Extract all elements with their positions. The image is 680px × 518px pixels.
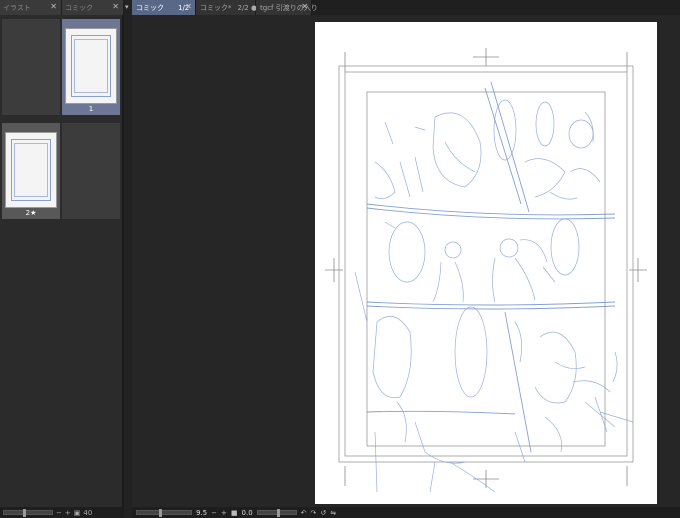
tab-comic[interactable]: コミック ✕: [62, 0, 124, 15]
rotate-left-icon[interactable]: ↶: [301, 509, 307, 517]
zoom-slider[interactable]: [136, 509, 192, 517]
tab-label: コミック*: [200, 4, 232, 12]
tab-label: tgcf 引渡りの入り: [260, 4, 318, 12]
tab-label: コミック: [65, 4, 93, 12]
tab-page: 2/2 ●: [237, 4, 258, 12]
page-number: 1: [88, 105, 94, 113]
fit-page-icon[interactable]: ■: [231, 509, 238, 517]
plus-icon[interactable]: +: [65, 509, 71, 517]
tab-illustration[interactable]: イラスト ✕: [0, 0, 62, 15]
plus-icon[interactable]: +: [221, 509, 227, 517]
zoom-value: 40: [83, 508, 93, 517]
document-tabs: コミック 1/2 ✕ コミック* 2/2 ● tgcf 引渡りの入り ✕: [132, 0, 680, 15]
panel-splitter[interactable]: ▾: [124, 0, 132, 518]
zoom-value: 9.5: [196, 508, 208, 517]
tab-tgcf[interactable]: tgcf 引渡りの入り ✕: [256, 0, 318, 15]
sketch-drawing: [325, 48, 647, 493]
tab-label: イラスト: [3, 4, 31, 12]
close-icon[interactable]: ✕: [112, 2, 119, 11]
rotation-value: 0.0: [241, 508, 253, 517]
page-manager-tabs: イラスト ✕ コミック ✕: [0, 0, 124, 15]
page-manager-footer: − + ▣ 40: [0, 507, 124, 518]
page-manager-panel: イラスト ✕ コミック ✕ 1 2★ − + ▣ 40: [0, 0, 124, 518]
tab-label: コミック: [136, 4, 164, 12]
page-icon[interactable]: ▣: [74, 509, 81, 517]
chevron-down-icon[interactable]: ▾: [125, 3, 129, 11]
manuscript-page[interactable]: [315, 22, 657, 504]
canvas-area[interactable]: [132, 15, 680, 507]
close-icon[interactable]: ✕: [301, 2, 308, 11]
flip-icon[interactable]: ⇋: [330, 509, 336, 517]
thumbnail-size-slider[interactable]: [3, 509, 53, 517]
page-thumbnail-1[interactable]: 1: [62, 19, 120, 115]
page-number: 2★: [25, 209, 37, 217]
reset-icon[interactable]: ↺: [320, 509, 326, 517]
minus-icon[interactable]: −: [56, 509, 62, 517]
page-thumbnail-2[interactable]: 2★: [2, 123, 60, 219]
rotation-slider[interactable]: [256, 509, 297, 517]
minus-icon[interactable]: −: [211, 509, 217, 517]
close-icon[interactable]: ✕: [185, 2, 192, 11]
page-preview: [5, 132, 57, 208]
canvas-status-bar: 9.5 − + ■ 0.0 ↶ ↷ ↺ ⇋: [132, 507, 680, 518]
app-window: イラスト ✕ コミック ✕ 1 2★ − + ▣ 40 ▾ コミック 1/2 ✕…: [0, 0, 680, 518]
page-slot-empty: [62, 123, 120, 219]
rotate-right-icon[interactable]: ↷: [311, 509, 317, 517]
tab-comic-page2[interactable]: コミック* 2/2 ●: [196, 0, 258, 15]
tab-comic-page1[interactable]: コミック 1/2 ✕: [132, 0, 196, 15]
close-icon[interactable]: ✕: [50, 2, 57, 11]
page-slot-empty: [2, 19, 60, 115]
page-preview: [65, 28, 117, 104]
